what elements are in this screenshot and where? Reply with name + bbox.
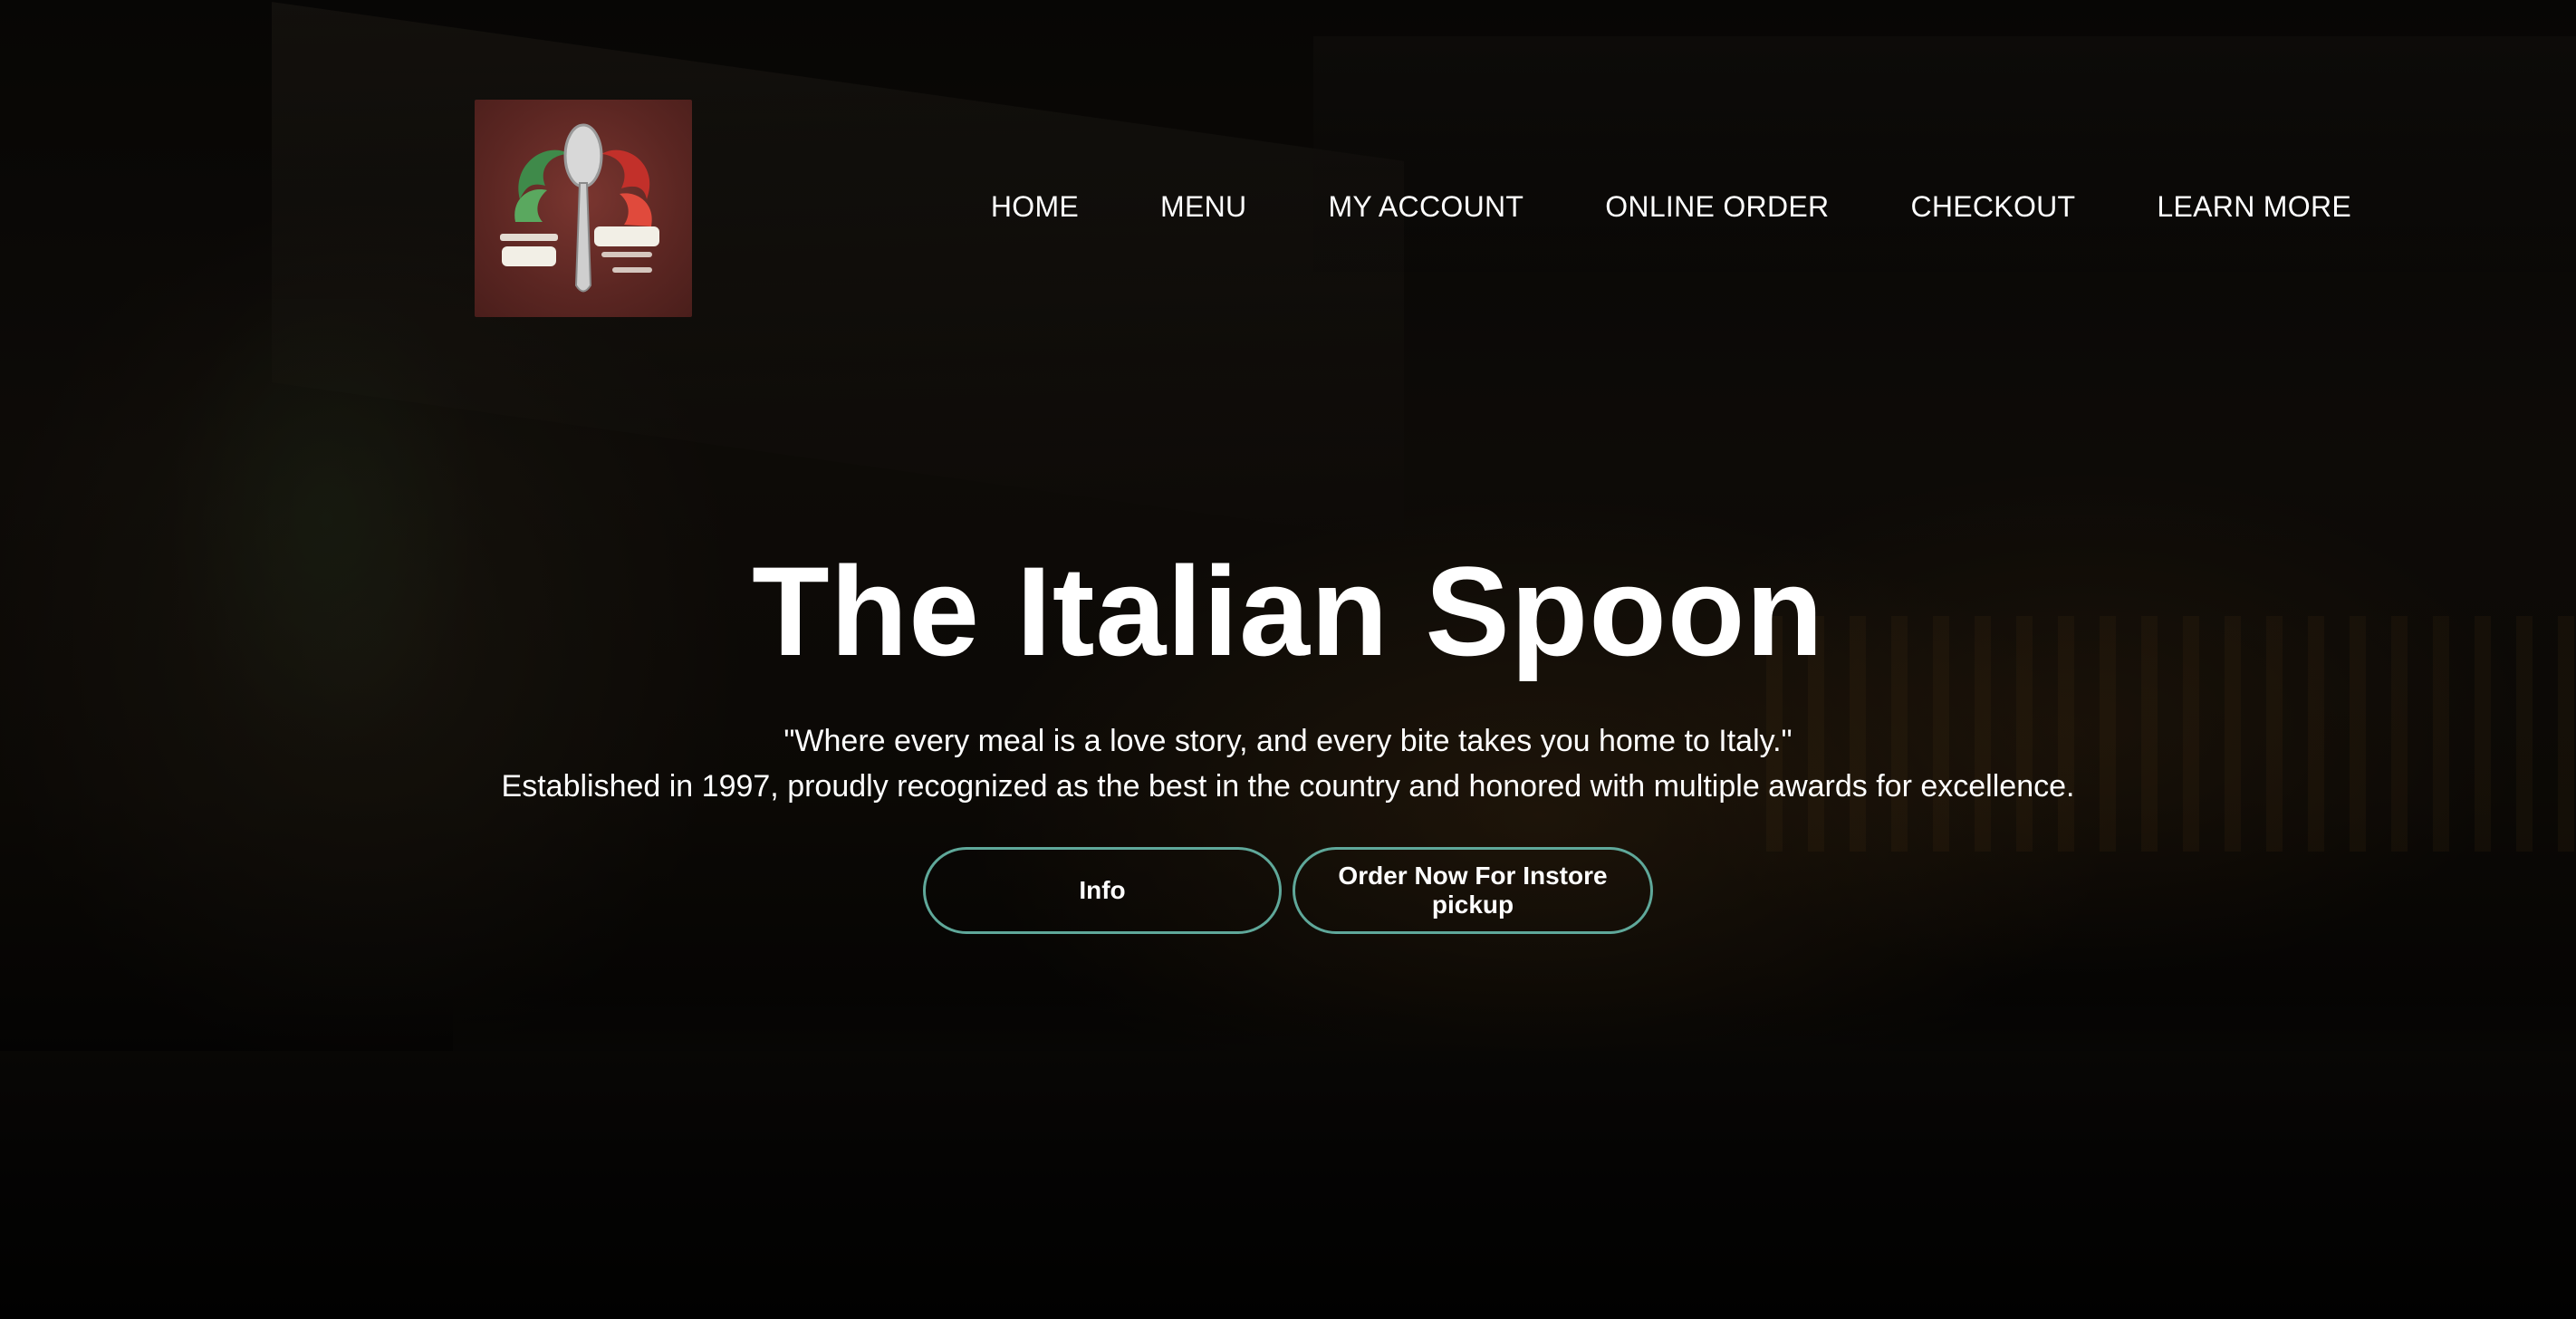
site-logo[interactable]	[475, 100, 692, 317]
order-now-button[interactable]: Order Now For Instore pickup	[1293, 847, 1653, 934]
hero-buttons: Info Order Now For Instore pickup	[0, 847, 2576, 934]
nav-online-order[interactable]: ONLINE ORDER	[1605, 190, 1829, 224]
nav-my-account[interactable]: MY ACCOUNT	[1328, 190, 1523, 224]
nav-menu[interactable]: MENU	[1160, 190, 1246, 224]
info-button[interactable]: Info	[923, 847, 1282, 934]
hero-title: The Italian Spoon	[752, 540, 1824, 682]
spoon-logo-icon	[500, 123, 659, 293]
nav-checkout[interactable]: CHECKOUT	[1910, 190, 2075, 224]
hero-subtitle: Established in 1997, proudly recognized …	[501, 769, 2075, 804]
main-nav: HOME MENU MY ACCOUNT ONLINE ORDER CHECKO…	[991, 190, 2351, 224]
nav-learn-more[interactable]: LEARN MORE	[2157, 190, 2351, 224]
hero-quote: "Where every meal is a love story, and e…	[783, 724, 1793, 758]
nav-home[interactable]: HOME	[991, 190, 1079, 224]
